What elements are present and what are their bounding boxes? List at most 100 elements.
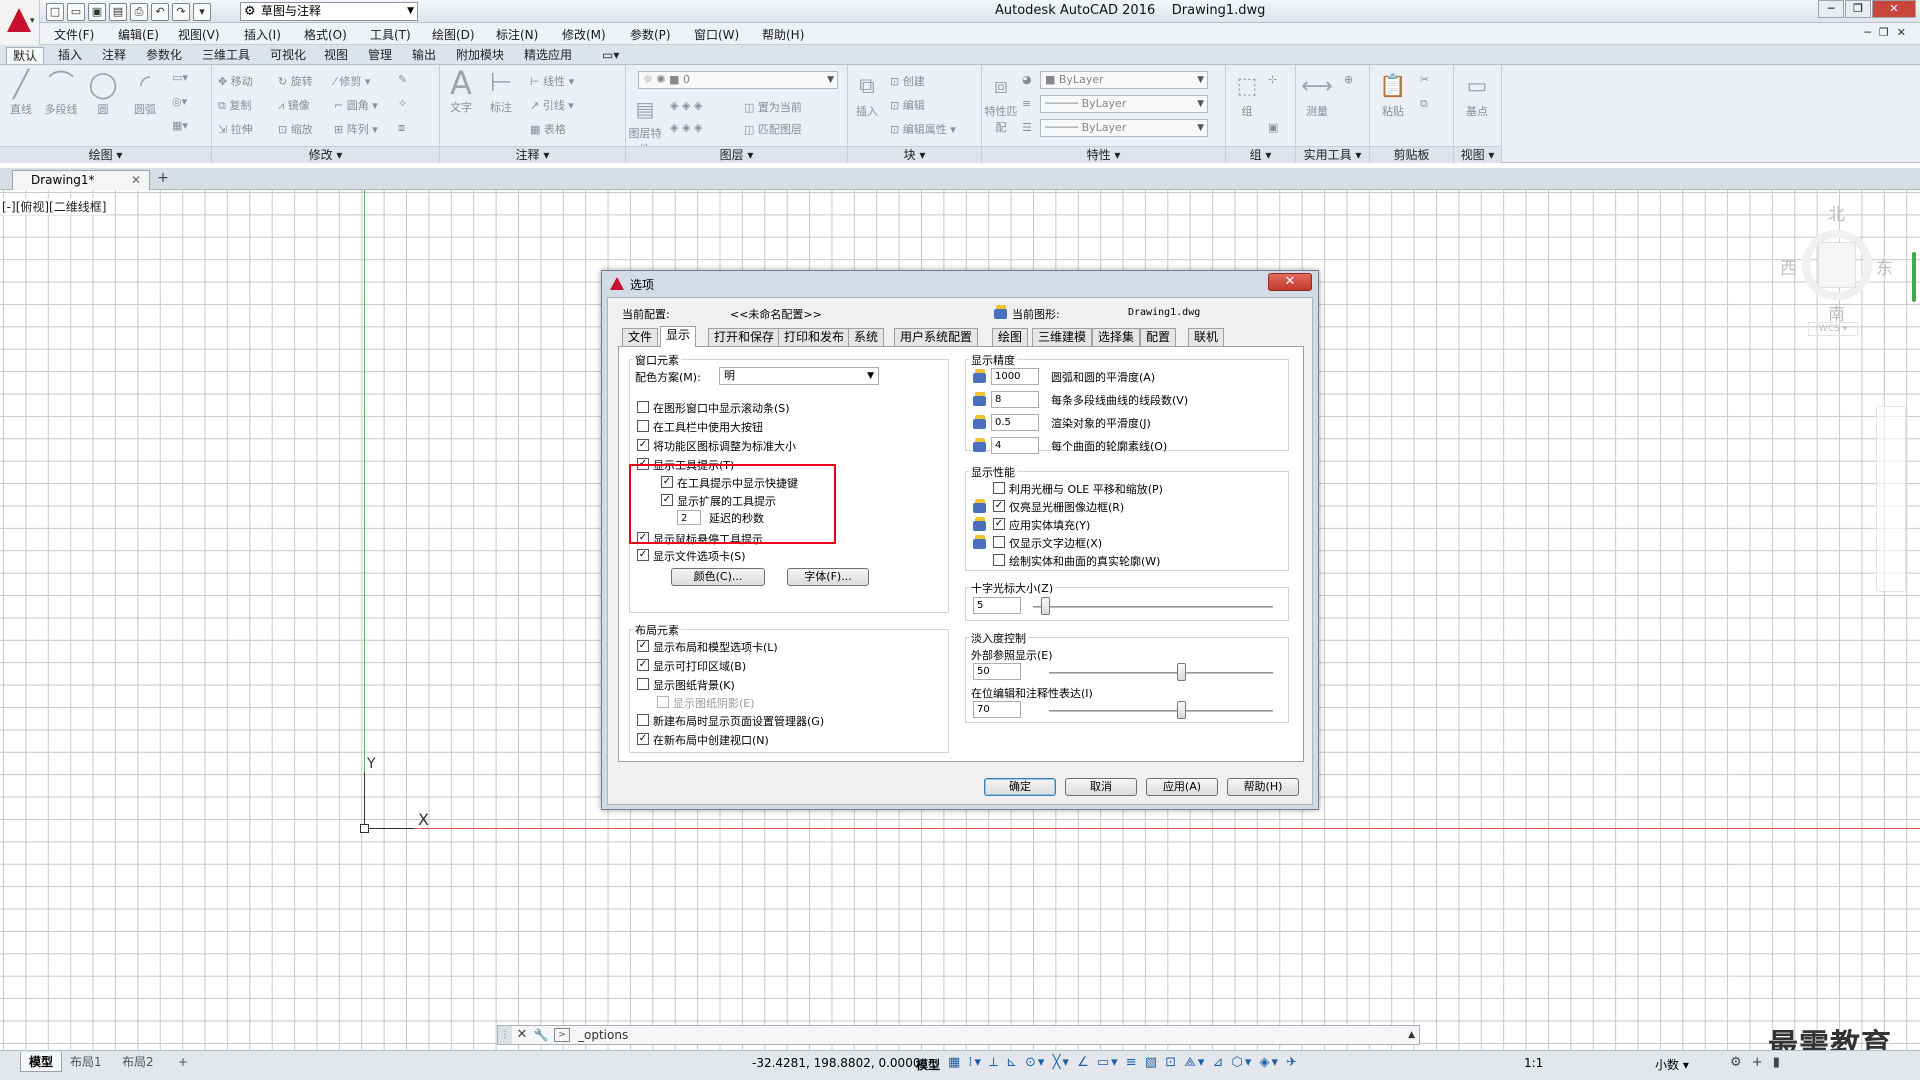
ribbon-tab-view[interactable]: 视图 xyxy=(318,47,354,64)
save-as-icon[interactable]: ▤ xyxy=(109,2,127,21)
match-properties-button[interactable]: ⧈ 特性匹配 xyxy=(984,71,1018,135)
close-icon[interactable]: ✕ xyxy=(131,171,141,189)
set-current-button[interactable]: ◫ 置为当前 xyxy=(744,99,802,115)
crosshair-size-slider-thumb[interactable] xyxy=(1041,597,1050,615)
scale-button[interactable]: ⊡ 缩放 xyxy=(278,121,313,137)
layer-tools-icon[interactable]: ◈ ◈ ◈ xyxy=(670,99,702,112)
rendered-smoothness-input[interactable]: 0.5 xyxy=(991,414,1039,431)
solid-fill-checkbox[interactable]: ✓ xyxy=(993,518,1005,530)
tab-online[interactable]: 联机 xyxy=(1188,328,1225,346)
panel-properties-title[interactable]: 特性 ▾ xyxy=(982,146,1225,163)
annotation-scale[interactable]: 1:1 xyxy=(1524,1056,1543,1070)
new-tab-button[interactable]: + xyxy=(154,171,172,188)
linear-button[interactable]: ⊢ 线性 ▾ xyxy=(530,73,574,89)
menu-modify[interactable]: 修改(M) xyxy=(562,26,606,43)
tab-drafting[interactable]: 绘图 xyxy=(992,328,1029,346)
menu-insert[interactable]: 插入(I) xyxy=(244,26,281,43)
match-layer-button[interactable]: ◫ 匹配图层 xyxy=(744,121,802,137)
panel-modify-title[interactable]: 修改 ▾ xyxy=(212,146,439,163)
tab-open-save[interactable]: 打开和保存 xyxy=(708,328,781,346)
tab-selection[interactable]: 选择集 xyxy=(1092,328,1141,346)
apply-button[interactable]: 应用(A) xyxy=(1146,778,1218,796)
viewcube-cube[interactable] xyxy=(1818,242,1856,288)
xref-display-input[interactable]: 50 xyxy=(973,663,1021,680)
menu-dimension[interactable]: 标注(N) xyxy=(496,26,538,43)
menu-window[interactable]: 窗口(W) xyxy=(694,26,739,43)
maximize-button[interactable]: ❐ xyxy=(1845,0,1871,18)
tab-files[interactable]: 文件 xyxy=(622,328,659,346)
menu-edit[interactable]: 编辑(E) xyxy=(118,26,159,43)
tab-display[interactable]: 显示 xyxy=(660,326,697,347)
calculator-icon[interactable]: ⊕ xyxy=(1344,73,1353,86)
color-scheme-select[interactable]: 明 ▼ xyxy=(719,367,879,385)
workspace-select[interactable]: ⚙ 草图与注释 ▼ xyxy=(240,2,418,21)
print-icon[interactable]: ⎙ xyxy=(130,2,148,21)
text-frame-checkbox[interactable] xyxy=(993,536,1005,548)
tab-system[interactable]: 系统 xyxy=(848,328,885,346)
tab-3d-modeling[interactable]: 三维建模 xyxy=(1032,328,1093,346)
text-button[interactable]: A 文字 xyxy=(444,67,478,115)
paper-shadow-checkbox[interactable] xyxy=(657,696,669,708)
layout-tab-1[interactable]: 布局1 xyxy=(62,1052,110,1072)
drag-handle-icon[interactable]: ⋮ xyxy=(498,1026,512,1044)
menu-draw[interactable]: 绘图(D) xyxy=(432,26,475,43)
layout-tab-2[interactable]: 布局2 xyxy=(114,1052,162,1072)
ribbon-tab-manage[interactable]: 管理 xyxy=(362,47,398,64)
ribbon-tab-output[interactable]: 输出 xyxy=(406,47,442,64)
xref-display-slider-track[interactable] xyxy=(1049,672,1273,674)
viewport-controls[interactable]: [-][俯视][二维线框] xyxy=(2,198,107,215)
ungroup-icon[interactable]: ⊹ xyxy=(1268,73,1277,86)
raster-frame-checkbox[interactable]: ✓ xyxy=(993,500,1005,512)
coordinates-readout[interactable]: -32.4281, 198.8802, 0.0000 xyxy=(752,1056,920,1070)
paper-background-checkbox[interactable] xyxy=(637,678,649,690)
contour-lines-input[interactable]: 4 xyxy=(991,437,1039,454)
tab-user-preferences[interactable]: 用户系统配置 xyxy=(894,328,979,346)
ribbon-tab-addins[interactable]: 附加模块 xyxy=(450,47,510,64)
paste-button[interactable]: 📋 粘贴 xyxy=(1376,71,1410,119)
ribbon-tab-annotate[interactable]: 注释 xyxy=(96,47,132,64)
close-button[interactable]: ✕ xyxy=(1872,0,1916,18)
erase-icon[interactable]: ✎ xyxy=(398,73,407,86)
drafting-aids-icons[interactable]: ▦ ⁞▾ ⟂ ⊾ ⊙▾ ╳▾ ∠ ▭▾ ≡ ▧ ⊡ ⟁▾ ⊿ ⬡▾ ◈▾ ✈ xyxy=(948,1055,1299,1070)
rotate-button[interactable]: ↻ 旋转 xyxy=(278,73,313,89)
colors-button[interactable]: 颜色(C)... xyxy=(671,568,765,586)
menu-parametric[interactable]: 参数(P) xyxy=(630,26,671,43)
hatch-icon[interactable]: ◎▾ xyxy=(172,95,187,108)
panel-annotate-title[interactable]: 注释 ▾ xyxy=(440,146,625,163)
explode-icon[interactable]: ✧ xyxy=(398,97,407,110)
panel-draw-title[interactable]: 绘图 ▾ xyxy=(0,146,211,163)
edit-attributes-button[interactable]: ⊡ 编辑属性 ▾ xyxy=(890,121,956,137)
trim-button[interactable]: ⁄ 修剪 ▾ xyxy=(334,73,370,89)
polyline-segments-input[interactable]: 8 xyxy=(991,391,1039,408)
model-space-toggle[interactable]: 模型 xyxy=(916,1056,940,1073)
redo-icon[interactable]: ↷ xyxy=(172,2,190,21)
help-button[interactable]: 帮助(H) xyxy=(1227,778,1299,796)
ok-button[interactable]: 确定 xyxy=(984,778,1056,796)
layout-tab-model[interactable]: 模型 xyxy=(20,1052,63,1072)
viewcube[interactable]: 北 南 东 西 WCS ▾ xyxy=(1780,198,1900,348)
inplace-edit-input[interactable]: 70 xyxy=(973,701,1021,718)
array-button[interactable]: ⊞ 阵列 ▾ xyxy=(334,121,378,137)
stretch-button[interactable]: ⇲ 拉伸 xyxy=(218,121,253,137)
application-menu-button[interactable]: ▾ xyxy=(0,0,40,46)
minimize-button[interactable]: ─ xyxy=(1818,0,1844,18)
arc-button[interactable]: ◜ 圆弧 xyxy=(128,69,162,117)
menu-help[interactable]: 帮助(H) xyxy=(762,26,804,43)
ribbon-tab-insert[interactable]: 插入 xyxy=(52,47,88,64)
table-button[interactable]: ▦ 表格 xyxy=(530,121,566,137)
ribbon-tab-3d-tools[interactable]: 三维工具 xyxy=(196,47,256,64)
panel-view-title[interactable]: 视图 ▾ xyxy=(1454,146,1501,163)
layer-tools-2-icon[interactable]: ◈ ◈ ◈ xyxy=(670,121,702,134)
copy-button[interactable]: ⧉ 复制 xyxy=(218,97,251,113)
fillet-button[interactable]: ⌐ 圆角 ▾ xyxy=(334,97,378,113)
insert-block-button[interactable]: ⧉ 插入 xyxy=(850,71,884,119)
offset-icon[interactable]: ⧈ xyxy=(398,121,405,135)
fonts-button[interactable]: 字体(F)... xyxy=(787,568,869,586)
viewcube-east[interactable]: 东 xyxy=(1876,254,1893,279)
menu-tools[interactable]: 工具(T) xyxy=(370,26,411,43)
save-icon[interactable]: ▣ xyxy=(88,2,106,21)
qat-dropdown-icon[interactable]: ▾ xyxy=(193,2,211,21)
menu-format[interactable]: 格式(O) xyxy=(304,26,347,43)
viewcube-north[interactable]: 北 xyxy=(1828,200,1845,225)
close-icon[interactable]: ✕ xyxy=(514,1026,530,1044)
